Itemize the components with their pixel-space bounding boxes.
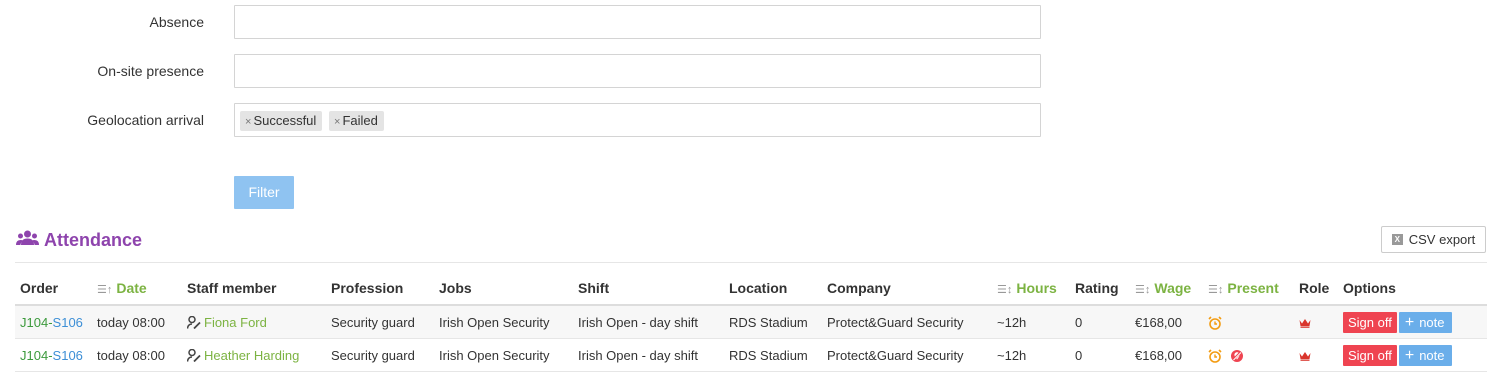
header-role[interactable]: Role (1294, 271, 1338, 306)
filter-button[interactable]: Filter (234, 176, 294, 209)
add-note-button[interactable]: + note (1398, 311, 1452, 333)
table-row: J104-S106 today 08:00 Fiona Ford Securit… (15, 305, 1487, 339)
company-cell: Protect&Guard Security (822, 338, 992, 372)
header-rating[interactable]: Rating (1070, 271, 1130, 306)
sign-off-button[interactable]: Sign off (1343, 344, 1397, 366)
location-off-icon[interactable] (1230, 349, 1244, 363)
header-shift[interactable]: Shift (573, 271, 724, 306)
attendance-heading: Attendance (16, 228, 142, 252)
options-cell: Sign off + note (1338, 338, 1487, 372)
order-cell: J104-S106 (15, 305, 92, 339)
options-cell: Sign off + note (1338, 305, 1487, 339)
present-cell (1203, 305, 1294, 339)
sign-off-button[interactable]: Sign off (1343, 311, 1397, 333)
sort-icon: ☰↕ (1135, 283, 1151, 296)
add-note-button[interactable]: + note (1398, 344, 1452, 366)
header-date[interactable]: ☰↑ Date (92, 271, 182, 306)
attendance-title: Attendance (44, 229, 143, 250)
profession-cell: Security guard (326, 305, 434, 339)
present-cell (1203, 338, 1294, 372)
user-edit-icon (187, 348, 201, 362)
location-cell: RDS Stadium (724, 305, 822, 339)
tag-remove-icon[interactable]: × (245, 116, 251, 128)
alarm-clock-icon[interactable] (1208, 349, 1222, 363)
wage-cell: €168,00 (1130, 305, 1203, 339)
job-link[interactable]: J104 (20, 315, 48, 330)
hours-cell: ~12h (992, 338, 1070, 372)
staff-link[interactable]: Fiona Ford (187, 315, 267, 330)
crown-icon (1299, 352, 1311, 361)
role-cell (1294, 305, 1338, 339)
profession-cell: Security guard (326, 338, 434, 372)
plus-icon: + (1404, 346, 1415, 364)
header-options: Options (1338, 271, 1487, 306)
role-cell (1294, 338, 1338, 372)
header-jobs[interactable]: Jobs (434, 271, 573, 306)
header-hours[interactable]: ☰↕ Hours (992, 271, 1070, 306)
header-present[interactable]: ☰↕ Present (1203, 271, 1294, 306)
staff-cell: Heather Harding (182, 338, 326, 372)
tag-failed: × Failed (329, 111, 384, 131)
wage-cell: €168,00 (1130, 338, 1203, 372)
onsite-presence-label: On-site presence (97, 63, 204, 79)
table-header-row: Order ☰↑ Date Staff member Profession Job… (15, 271, 1487, 306)
sort-icon: ☰↕ (997, 283, 1013, 296)
shift-link[interactable]: S106 (53, 348, 83, 363)
section-divider (15, 262, 1487, 263)
rating-cell: 0 (1070, 338, 1130, 372)
order-cell: J104-S106 (15, 338, 92, 372)
tag-label: Successful (253, 113, 317, 128)
users-icon (16, 230, 44, 251)
shift-cell: Irish Open - day shift (573, 338, 724, 372)
company-cell: Protect&Guard Security (822, 305, 992, 339)
header-staff-member[interactable]: Staff member (182, 271, 326, 306)
rating-cell: 0 (1070, 305, 1130, 339)
staff-cell: Fiona Ford (182, 305, 326, 339)
staff-link[interactable]: Heather Harding (187, 348, 299, 363)
tag-label: Failed (342, 113, 378, 128)
alarm-clock-icon[interactable] (1208, 316, 1222, 330)
table-row: J104-S106 today 08:00 Heather Harding Se… (15, 338, 1487, 372)
csv-export-label: CSV export (1408, 232, 1476, 247)
sort-icon: ☰↑ (97, 283, 113, 296)
csv-export-button[interactable]: X CSV export (1381, 226, 1486, 253)
jobs-cell: Irish Open Security (434, 305, 573, 339)
sort-icon: ☰↕ (1208, 283, 1224, 296)
onsite-presence-row: On-site presence (0, 54, 1500, 88)
absence-field[interactable] (234, 5, 1041, 39)
location-cell: RDS Stadium (724, 338, 822, 372)
job-link[interactable]: J104 (20, 348, 48, 363)
geolocation-arrival-label: Geolocation arrival (87, 112, 204, 128)
header-profession[interactable]: Profession (326, 271, 434, 306)
geolocation-arrival-row: Geolocation arrival × Successful × Failed (0, 103, 1500, 137)
hours-cell: ~12h (992, 305, 1070, 339)
shift-cell: Irish Open - day shift (573, 305, 724, 339)
absence-row: Absence (0, 5, 1500, 39)
date-cell: today 08:00 (92, 305, 182, 339)
tag-successful: × Successful (240, 111, 323, 131)
shift-link[interactable]: S106 (53, 315, 83, 330)
user-edit-icon (187, 315, 201, 329)
crown-icon (1299, 319, 1311, 328)
date-cell: today 08:00 (92, 338, 182, 372)
excel-icon: X (1391, 234, 1403, 245)
header-location[interactable]: Location (724, 271, 822, 306)
jobs-cell: Irish Open Security (434, 338, 573, 372)
attendance-table: Order ☰↑ Date Staff member Profession Job… (15, 271, 1487, 372)
absence-label: Absence (149, 14, 204, 30)
tag-remove-icon[interactable]: × (334, 116, 340, 128)
header-wage[interactable]: ☰↕ Wage (1130, 271, 1203, 306)
header-order[interactable]: Order (15, 271, 92, 306)
header-company[interactable]: Company (822, 271, 992, 306)
plus-icon: + (1404, 313, 1415, 331)
geolocation-arrival-field[interactable]: × Successful × Failed (234, 103, 1041, 137)
onsite-presence-field[interactable] (234, 54, 1041, 88)
